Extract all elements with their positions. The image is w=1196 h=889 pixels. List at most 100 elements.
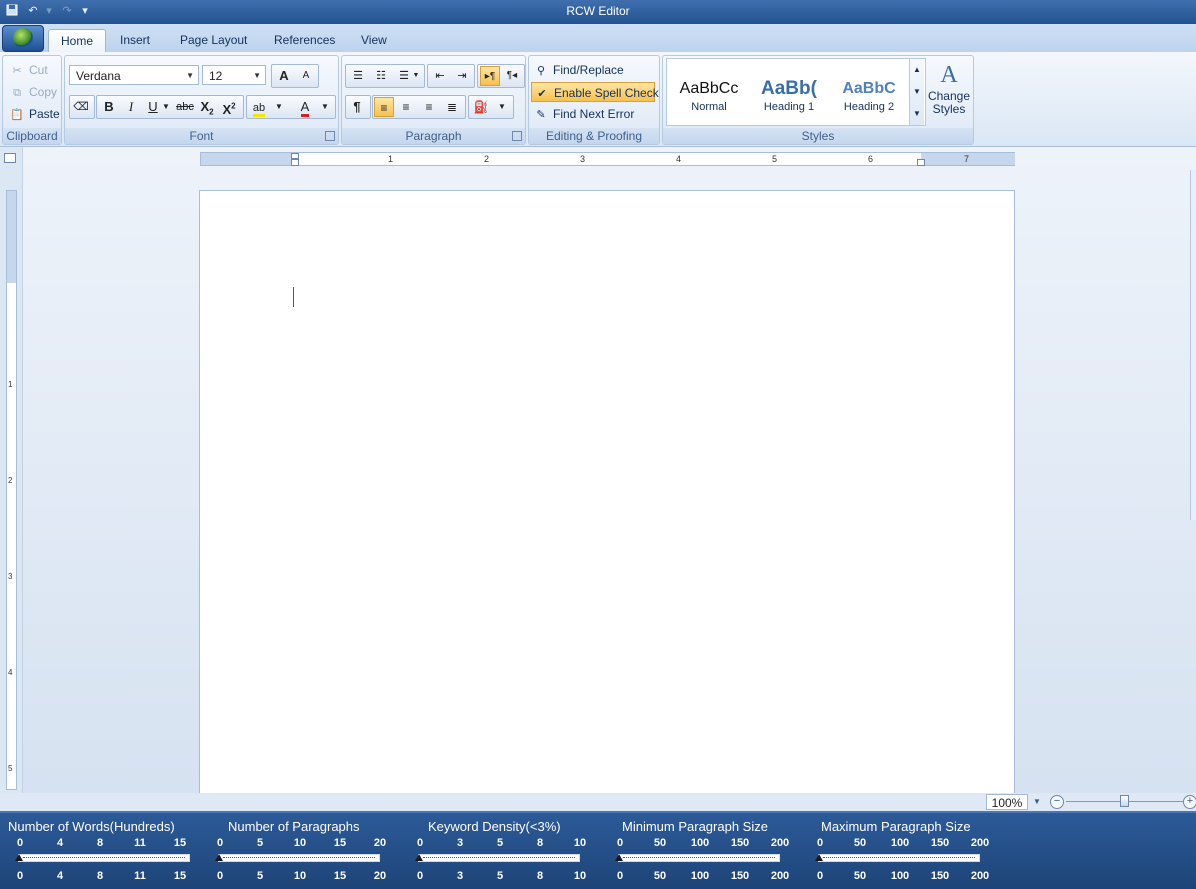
- change-styles-button[interactable]: A Change Styles: [927, 60, 971, 124]
- meter-bar: [215, 854, 380, 862]
- eraser-icon: ⌫: [73, 101, 89, 113]
- document-page[interactable]: [199, 190, 1015, 794]
- copy-button[interactable]: ⧉ Copy: [9, 82, 57, 102]
- style-heading-1[interactable]: AaBb( Heading 1: [750, 61, 828, 123]
- chevron-down-icon[interactable]: ▼: [1030, 794, 1044, 810]
- gallery-more-button[interactable]: ▼: [910, 103, 924, 125]
- clipboard-group: ✂ Cut ⧉ Copy 📋 Paste Clipboard: [2, 55, 62, 145]
- tick-label: 0: [16, 870, 24, 882]
- meter-ticks-top: 0 50 100 150 200: [608, 837, 792, 851]
- tick-label: 11: [134, 837, 146, 849]
- show-marks-button[interactable]: ¶: [347, 97, 367, 117]
- shrink-font-button[interactable]: A: [296, 66, 316, 86]
- right-indent-handle[interactable]: [917, 159, 925, 166]
- italic-button[interactable]: I: [121, 97, 141, 117]
- align-left-button[interactable]: ≡: [374, 97, 394, 117]
- meter-indicator: [15, 854, 23, 861]
- tick-label: 5: [496, 837, 504, 849]
- paste-button[interactable]: 📋 Paste: [9, 104, 60, 124]
- increase-indent-button[interactable]: ⇥: [452, 66, 472, 86]
- highlight-button[interactable]: ab: [249, 97, 269, 117]
- change-styles-icon: A: [940, 62, 958, 88]
- styles-group-label: Styles: [663, 128, 973, 144]
- superscript-button[interactable]: X2: [219, 97, 239, 117]
- application-menu-button[interactable]: [2, 25, 44, 52]
- numbered-list-button[interactable]: ☷: [371, 66, 391, 86]
- align-center-button[interactable]: ≡: [396, 97, 416, 117]
- style-normal[interactable]: AaBbCc Normal: [670, 61, 748, 123]
- justify-icon: ≣: [446, 100, 458, 114]
- ruler-toggle-icon[interactable]: [4, 153, 16, 163]
- meter-title: Keyword Density(<3%): [428, 819, 561, 834]
- font-size-select[interactable]: 12 ▼: [202, 65, 266, 85]
- editing-group: ⚲ Find/Replace ✔ Enable Spell Check ✎ Find …: [528, 55, 660, 145]
- meter-ticks-top: 0 4 8 11 15: [8, 837, 186, 851]
- shading-dropdown[interactable]: ▼: [495, 97, 509, 117]
- minimum-paragraph-meter: Minimum Paragraph Size 0 50 100 150 200 …: [608, 819, 792, 884]
- spell-check-label: Enable Spell Check: [554, 86, 659, 100]
- zoom-in-button[interactable]: +: [1183, 795, 1196, 809]
- justify-button[interactable]: ≣: [442, 97, 462, 117]
- style-heading-2[interactable]: AaBbC Heading 2: [830, 61, 908, 123]
- meter-title: Maximum Paragraph Size: [821, 819, 971, 834]
- decrease-indent-button[interactable]: ⇤: [430, 66, 450, 86]
- clear-formatting-button[interactable]: ⌫: [71, 97, 91, 117]
- font-group: Verdana ▼ 12 ▼ A A ⌫ B I U ▼ abc X2 X2 ab …: [64, 55, 339, 145]
- find-error-icon: ✎: [536, 108, 546, 121]
- paragraph-dialog-launcher[interactable]: [512, 131, 522, 141]
- tick-label: 100: [690, 870, 710, 882]
- gallery-down-button[interactable]: ▼: [910, 81, 924, 103]
- align-right-button[interactable]: ≡: [419, 97, 439, 117]
- meter-bar: [815, 854, 980, 862]
- shrink-font-label: A: [302, 70, 310, 81]
- find-replace-button[interactable]: ⚲ Find/Replace: [533, 60, 624, 80]
- font-size-buttons: A A: [271, 64, 319, 88]
- tick-label: 5: [256, 870, 264, 882]
- grow-font-button[interactable]: A: [274, 66, 294, 86]
- left-indent-handle[interactable]: [291, 159, 299, 166]
- tab-references[interactable]: References: [262, 29, 347, 51]
- underline-button[interactable]: U: [143, 97, 163, 117]
- tick-label: 50: [653, 837, 667, 849]
- shading-button[interactable]: ⛽: [471, 97, 491, 117]
- tab-insert[interactable]: Insert: [108, 29, 162, 51]
- style-heading-2-name: Heading 2: [843, 101, 895, 113]
- vertical-scrollbar[interactable]: [1190, 170, 1196, 520]
- tab-page-layout[interactable]: Page Layout: [168, 29, 259, 51]
- enable-spell-check-button[interactable]: ✔ Enable Spell Check: [531, 82, 659, 102]
- underline-dropdown[interactable]: ▼: [161, 97, 171, 117]
- font-family-select[interactable]: Verdana ▼: [69, 65, 199, 85]
- strikethrough-button[interactable]: abc: [175, 97, 195, 117]
- bold-button[interactable]: B: [99, 97, 119, 117]
- tick-label: 0: [216, 837, 224, 849]
- chevron-down-icon[interactable]: ▼: [410, 66, 422, 86]
- binoculars-icon: ⚲: [536, 64, 546, 77]
- zoom-out-button[interactable]: −: [1050, 795, 1064, 809]
- subscript-button[interactable]: X2: [197, 97, 217, 117]
- gallery-up-button[interactable]: ▲: [910, 59, 924, 81]
- bullet-list-button[interactable]: ☰: [348, 66, 368, 86]
- font-color-button[interactable]: A: [295, 97, 315, 117]
- meter-title: Minimum Paragraph Size: [622, 819, 768, 834]
- font-dialog-launcher[interactable]: [325, 131, 335, 141]
- cut-button[interactable]: ✂ Cut: [9, 60, 47, 80]
- left-to-right-button[interactable]: ▸¶: [480, 66, 500, 86]
- words-meter: Number of Words(Hundreds) 0 4 8 11 15 0 …: [8, 819, 190, 884]
- tab-view[interactable]: View: [349, 29, 399, 51]
- grow-font-label: A: [279, 68, 289, 83]
- style-normal-preview: AaBbCc: [679, 80, 739, 97]
- font-color-dropdown[interactable]: ▼: [319, 97, 331, 117]
- find-next-error-button[interactable]: ✎ Find Next Error: [533, 104, 634, 124]
- tick-label: 10: [293, 870, 307, 882]
- highlight-dropdown[interactable]: ▼: [273, 97, 285, 117]
- tick-label: 0: [816, 837, 824, 849]
- zoom-value[interactable]: 100%: [986, 794, 1028, 810]
- meter-indicator: [415, 854, 423, 861]
- tick-label: 200: [770, 837, 790, 849]
- tick-label: 15: [333, 837, 347, 849]
- find-replace-label: Find/Replace: [553, 63, 624, 77]
- zoom-slider-thumb[interactable]: [1120, 795, 1129, 807]
- tab-home[interactable]: Home: [48, 29, 107, 52]
- right-to-left-button[interactable]: ¶◂: [502, 66, 522, 86]
- meter-ticks-top: 0 3 5 8 10: [408, 837, 586, 851]
